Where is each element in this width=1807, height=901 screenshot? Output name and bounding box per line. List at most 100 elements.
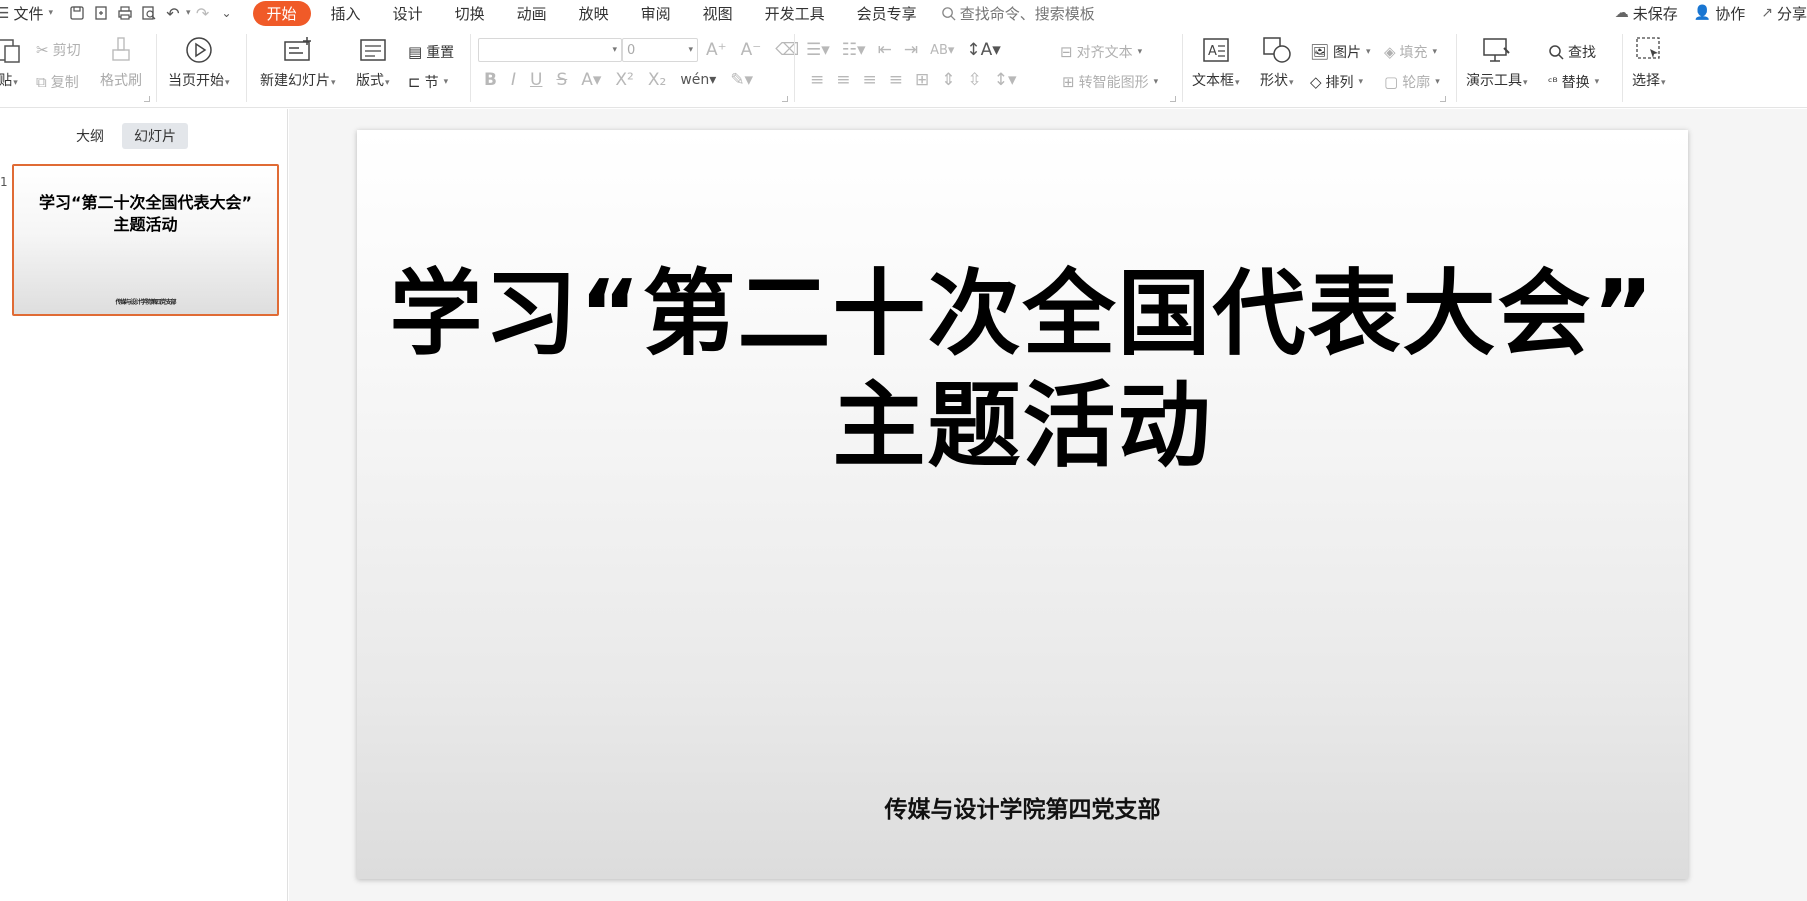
textbox-icon: A (1200, 34, 1232, 66)
paragraph-expand-icon[interactable] (1170, 96, 1176, 102)
clipboard-expand-icon[interactable] (144, 96, 150, 102)
section-button[interactable]: ⊏ 节 ▾ (408, 72, 448, 92)
decrease-font-icon[interactable]: A⁻ (741, 40, 762, 60)
select-label: 选择▾ (1632, 73, 1666, 89)
bullets-icon[interactable]: ☰▾ (806, 40, 830, 60)
drawing-expand-icon[interactable] (1440, 96, 1446, 102)
header-actions: ☁ 未保存 👤 协作 ↗ 分享 (1615, 0, 1807, 26)
tab-transition[interactable]: 切换 (439, 0, 501, 26)
arrange-button[interactable]: ◇ 排列 ▾ (1310, 72, 1363, 92)
bold-icon[interactable]: B (484, 70, 497, 90)
line-spacing-icon[interactable]: ↕A▾ (966, 40, 1000, 60)
align-center-icon[interactable]: ≡ (836, 70, 850, 90)
copy-icon: ⧉ (36, 73, 47, 91)
subscript-icon[interactable]: X₂ (648, 70, 666, 90)
thumbnail-subtitle: 传媒与设计学院第四党支部 (115, 299, 176, 306)
fill-button[interactable]: ◈ 填充 ▾ (1384, 42, 1437, 62)
distribute-icon[interactable]: ⊞ (915, 70, 929, 90)
search-icon (941, 6, 956, 21)
clear-format-icon[interactable]: ⌫ (775, 40, 799, 60)
tab-member[interactable]: 会员专享 (841, 0, 933, 26)
tab-developer[interactable]: 开发工具 (749, 0, 841, 26)
paste-button[interactable]: 贴▾ (0, 34, 24, 90)
command-search[interactable]: 查找命令、搜索模板 (941, 3, 1095, 24)
undo-icon[interactable]: ↶ (161, 0, 185, 26)
font-size-select[interactable]: 0 ▾ (622, 38, 698, 62)
tab-insert[interactable]: 插入 (315, 0, 377, 26)
superscript-icon[interactable]: X² (615, 70, 633, 90)
slide-thumbnail[interactable]: 学习“第二十次全国代表大会” 主题活动 传媒与设计学院第四党支部 (12, 164, 279, 316)
chevron-down-icon: ▾ (612, 45, 617, 55)
underline-icon[interactable]: U (530, 70, 542, 90)
replace-button[interactable]: ᶜᴮ 替换 ▾ (1548, 72, 1599, 92)
fill-icon: ◈ (1384, 43, 1396, 61)
format-painter-button[interactable]: 格式刷 (100, 34, 142, 90)
export-pdf-icon[interactable] (89, 0, 113, 26)
collab-button[interactable]: 👤 协作 (1694, 3, 1745, 24)
reset-button[interactable]: ▤ 重置 (408, 42, 454, 62)
share-button[interactable]: ↗ 分享 (1761, 3, 1807, 24)
unsaved-status[interactable]: ☁ 未保存 (1615, 3, 1678, 24)
new-slide-button[interactable]: 新建幻灯片▾ (260, 34, 336, 90)
select-button[interactable]: 选择▾ (1632, 34, 1666, 90)
column-spacing-icon[interactable]: ⇳ (968, 70, 982, 90)
tab-outline[interactable]: 大纲 (64, 123, 116, 149)
phonetic-guide-icon[interactable]: wén▾ (680, 72, 716, 88)
slide-title[interactable]: 学习“第二十次全国代表大会” 主题活动 (357, 258, 1688, 482)
increase-font-icon[interactable]: A⁺ (706, 40, 727, 60)
layout-button[interactable]: 版式▾ (356, 34, 390, 90)
italic-icon[interactable]: I (511, 70, 516, 90)
decrease-indent-icon[interactable]: ⇤ (878, 40, 892, 60)
tab-design[interactable]: 设计 (377, 0, 439, 26)
tab-review[interactable]: 审阅 (625, 0, 687, 26)
tab-slides[interactable]: 幻灯片 (122, 123, 188, 149)
justify-icon[interactable]: ≡ (889, 70, 903, 90)
slide-subtitle[interactable]: 传媒与设计学院第四党支部 (357, 790, 1688, 824)
align-text-button[interactable]: ⊟ 对齐文本 ▾ (1060, 42, 1142, 62)
align-left-icon[interactable]: ≡ (810, 70, 824, 90)
presentation-tools-icon (1481, 34, 1513, 66)
font-color-icon[interactable]: A▾ (581, 70, 601, 90)
redo-icon[interactable]: ↷ (191, 0, 215, 26)
strikethrough-icon[interactable]: S (556, 70, 567, 90)
arrange-label: 排列 (1325, 75, 1354, 91)
align-text-icon: ⊟ (1060, 43, 1073, 61)
save-icon[interactable] (65, 0, 89, 26)
divider (470, 34, 471, 102)
tab-slideshow[interactable]: 放映 (563, 0, 625, 26)
user-icon: 👤 (1693, 5, 1712, 21)
outline-button[interactable]: ▢ 轮廓 ▾ (1384, 72, 1440, 92)
share-label: 分享 (1776, 4, 1807, 23)
present-tools-label: 演示工具▾ (1466, 73, 1528, 89)
shape-button[interactable]: 形状▾ (1260, 34, 1294, 90)
align-right-icon[interactable]: ≡ (863, 70, 877, 90)
file-menu[interactable]: ☰ 文件 ▾ (0, 0, 53, 26)
picture-button[interactable]: 🖼 图片 ▾ (1310, 42, 1371, 62)
tab-animation[interactable]: 动画 (501, 0, 563, 26)
find-button[interactable]: 查找 (1548, 42, 1596, 62)
tab-home[interactable]: 开始 (252, 0, 311, 26)
line-spacing-menu-icon[interactable]: ↕▾ (994, 70, 1017, 90)
slide-canvas[interactable]: 学习“第二十次全国代表大会” 主题活动 传媒与设计学院第四党支部 (357, 130, 1688, 879)
print-icon[interactable] (113, 0, 137, 26)
slide-navigator-panel: 大纲 幻灯片 1 学习“第二十次全国代表大会” 主题活动 传媒与设计学院第四党支… (0, 109, 288, 901)
print-preview-icon[interactable] (137, 0, 161, 26)
customize-toolbar-icon[interactable]: ⌄ (215, 0, 239, 26)
layout-icon (357, 34, 389, 66)
highlight-icon[interactable]: ✎▾ (730, 70, 753, 90)
play-from-current-button[interactable]: 当页开始▾ (168, 34, 230, 90)
font-name-select[interactable]: ▾ (478, 38, 622, 62)
text-format-tools: B I U S A▾ X² X₂ wén▾ ✎▾ (484, 70, 753, 90)
copy-button[interactable]: ⧉ 复制 (36, 72, 79, 92)
paragraph-spacing-icon[interactable]: ⇕ (941, 70, 955, 90)
textbox-button[interactable]: A 文本框▾ (1192, 34, 1240, 90)
chevron-down-icon: ▾ (688, 45, 693, 55)
increase-indent-icon[interactable]: ⇥ (904, 40, 918, 60)
numbering-icon[interactable]: ☷▾ (842, 40, 866, 60)
smartart-button[interactable]: ⊞ 转智能图形 ▾ (1062, 72, 1158, 92)
text-direction-icon[interactable]: AB▾ (930, 43, 954, 58)
present-tools-button[interactable]: 演示工具▾ (1466, 34, 1528, 90)
tab-view[interactable]: 视图 (687, 0, 749, 26)
cut-button[interactable]: ✂ 剪切 (36, 40, 81, 60)
font-expand-icon[interactable] (782, 96, 788, 102)
